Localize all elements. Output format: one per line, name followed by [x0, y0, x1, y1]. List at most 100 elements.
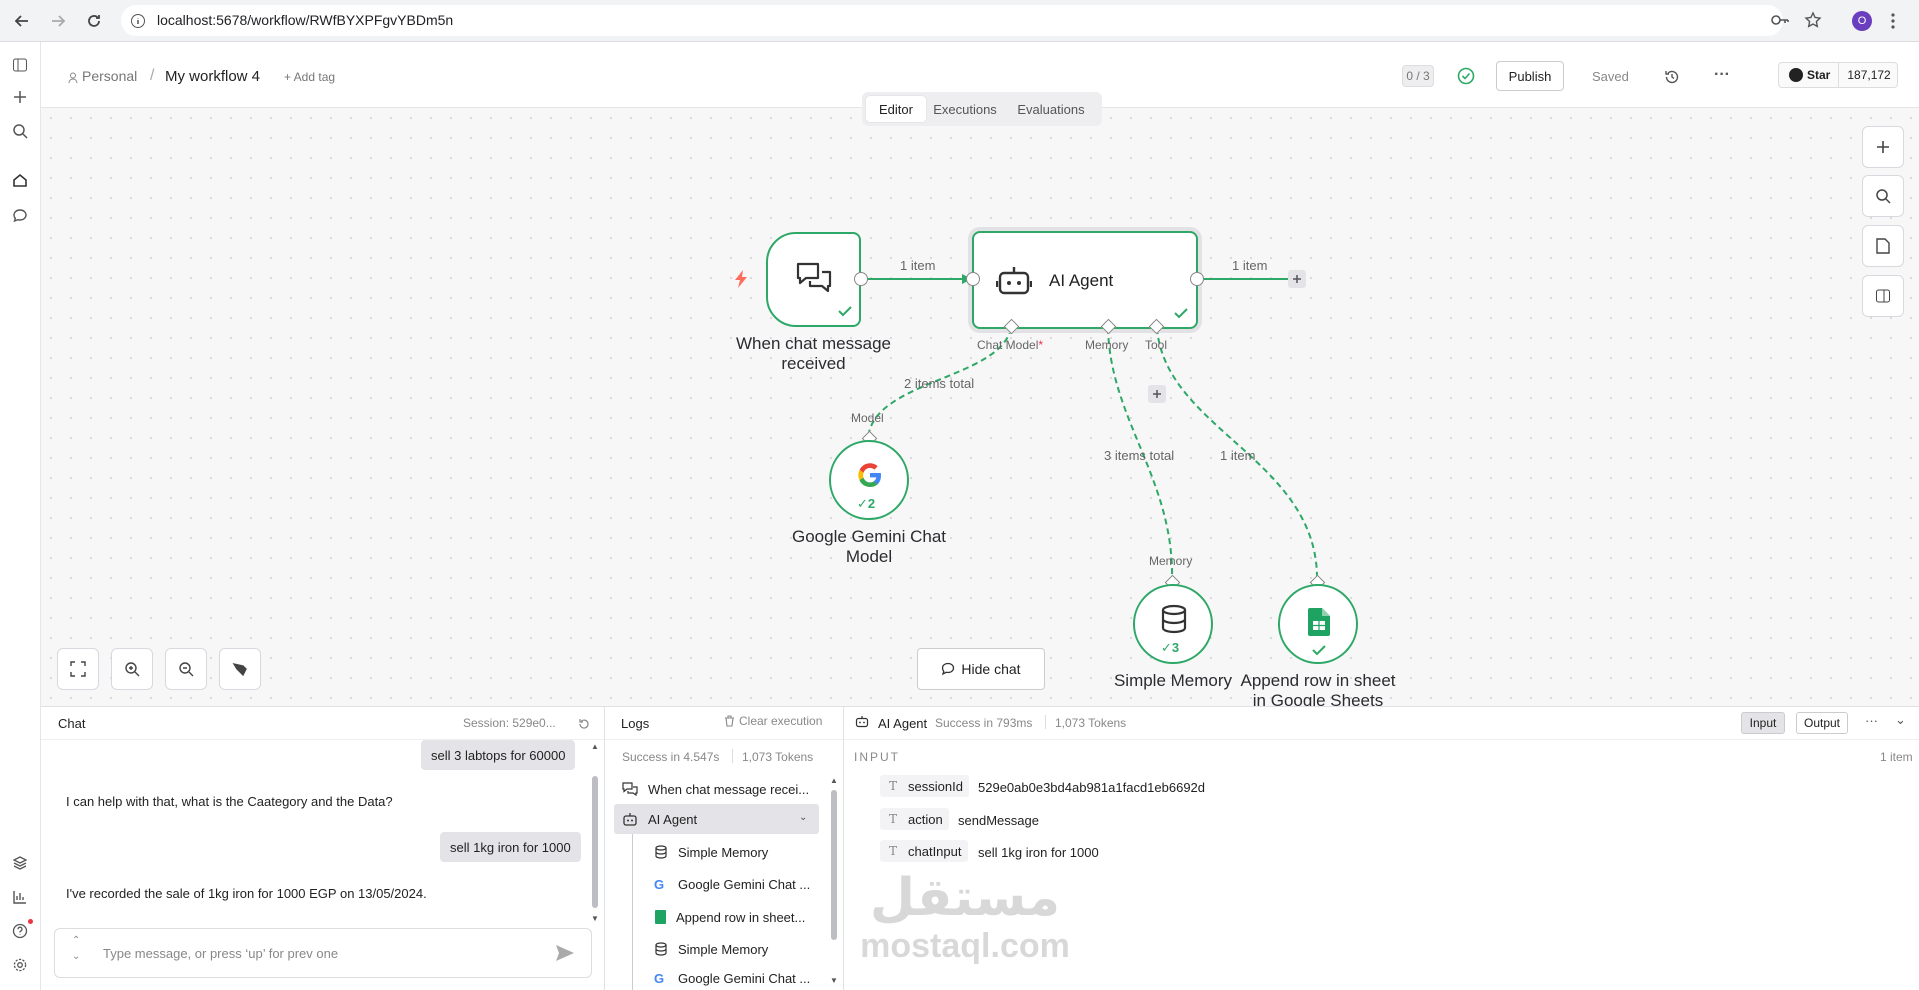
- search-icon[interactable]: [10, 121, 30, 141]
- collapse-panel-icon[interactable]: ⌄: [1895, 712, 1906, 728]
- memory-handle-label: Memory: [1085, 338, 1129, 352]
- progress-badge[interactable]: 0 / 3: [1402, 65, 1434, 87]
- log-item-label: Simple Memory: [678, 941, 769, 957]
- output-tab-button[interactable]: Output: [1796, 712, 1848, 734]
- chevron-down-icon[interactable]: ⌄: [799, 812, 807, 823]
- back-icon[interactable]: [10, 9, 34, 33]
- tab-editor[interactable]: Editor: [866, 96, 926, 122]
- add-node-plus-icon[interactable]: [1288, 270, 1306, 288]
- field-value: sell 1kg iron for 1000: [978, 845, 1099, 860]
- send-icon[interactable]: [555, 944, 575, 967]
- bookmark-star-icon[interactable]: [1804, 11, 1822, 34]
- scroll-down-arrow[interactable]: ▼: [591, 914, 599, 923]
- gemini-run-count: ✓2: [857, 496, 876, 511]
- workflow-name[interactable]: My workflow 4: [165, 68, 260, 85]
- add-node-button[interactable]: [1862, 126, 1904, 168]
- workflow-canvas[interactable]: [41, 108, 1919, 706]
- edge-label-agent-out: 1 item: [1232, 258, 1268, 273]
- star-divider: [1838, 62, 1840, 88]
- reset-session-icon[interactable]: [578, 717, 590, 735]
- chat-model-label-text: Chat Model: [977, 338, 1039, 352]
- breadcrumb-project[interactable]: Personal: [82, 68, 137, 84]
- add-tool-plus-icon[interactable]: [1148, 385, 1166, 403]
- header-divider: [41, 739, 1919, 740]
- add-icon[interactable]: [10, 87, 30, 107]
- history-up-icon[interactable]: ⌃: [72, 935, 80, 946]
- detail-tokens: 1,073 Tokens: [1055, 716, 1127, 730]
- chat-input-box[interactable]: ⌃ ⌄ Type message, or press ‘up’ for prev…: [54, 928, 592, 978]
- log-item[interactable]: Simple Memory: [640, 837, 830, 867]
- chat-bubbles-icon: [794, 261, 834, 302]
- add-tag-button[interactable]: + Add tag: [284, 70, 335, 84]
- log-item[interactable]: G Google Gemini Chat ...: [640, 869, 830, 899]
- zoom-in-button[interactable]: [111, 648, 153, 690]
- chat-scrollbar[interactable]: [592, 776, 598, 908]
- database-icon: [655, 942, 667, 956]
- chat-icon[interactable]: [10, 206, 30, 226]
- progress-text: 0 / 3: [1406, 69, 1430, 83]
- output-tab-label: Output: [1803, 716, 1841, 730]
- panel-toggle-button[interactable]: [1862, 275, 1904, 317]
- database-icon: [655, 845, 667, 859]
- trigger-output-handle[interactable]: [854, 272, 868, 286]
- user-icon: [68, 71, 78, 89]
- history-icon[interactable]: [1664, 69, 1680, 90]
- simple-memory-node[interactable]: ✓3: [1133, 584, 1213, 664]
- google-sheets-node[interactable]: [1278, 584, 1358, 664]
- detail-menu-icon[interactable]: ···: [1865, 713, 1878, 728]
- home-icon[interactable]: [10, 170, 30, 190]
- publish-button[interactable]: Publish: [1496, 61, 1564, 91]
- sticky-note-button[interactable]: [1862, 225, 1904, 267]
- logs-tokens: 1,073 Tokens: [742, 750, 814, 764]
- templates-icon[interactable]: [10, 853, 30, 873]
- zoom-out-button[interactable]: [165, 648, 207, 690]
- tab-evaluations[interactable]: Evaluations: [1004, 96, 1098, 122]
- edge-label-model: 2 items total: [904, 376, 975, 391]
- log-item[interactable]: When chat message recei...: [614, 774, 810, 804]
- logs-scroll-down[interactable]: ▼: [830, 976, 838, 985]
- canvas-search-button[interactable]: [1862, 175, 1904, 217]
- input-tab-button[interactable]: Input: [1741, 712, 1785, 734]
- help-icon[interactable]: [10, 919, 33, 941]
- input-item-count: 1 item: [1880, 750, 1913, 764]
- field-key-label: sessionId: [908, 778, 963, 794]
- tidy-up-button[interactable]: [219, 648, 261, 690]
- log-item-selected[interactable]: AI Agent ⌄: [614, 804, 819, 834]
- profile-avatar[interactable]: O: [1852, 11, 1872, 31]
- history-down-icon[interactable]: ⌄: [72, 951, 80, 962]
- agent-output-handle[interactable]: [1190, 272, 1204, 286]
- browser-toolbar: localhost:5678/workflow/RWfBYXPFgvYBDm5n…: [0, 0, 1919, 42]
- logs-scroll-up[interactable]: ▲: [830, 776, 838, 785]
- workflow-menu-button[interactable]: ···: [1714, 66, 1730, 84]
- sidebar-toggle-icon[interactable]: [10, 55, 30, 75]
- tool-handle-label: Tool: [1145, 338, 1168, 352]
- text-type-icon: T: [888, 812, 897, 826]
- log-item[interactable]: Simple Memory: [640, 934, 830, 964]
- fit-view-button[interactable]: [57, 648, 99, 690]
- text-type-icon: T: [888, 779, 897, 793]
- insights-icon[interactable]: [10, 887, 30, 907]
- notification-dot: [28, 919, 33, 924]
- log-item[interactable]: Append row in sheet...: [640, 902, 830, 932]
- watermark-arabic: مستقل: [869, 869, 1061, 927]
- log-item[interactable]: G Google Gemini Chat ...: [640, 966, 830, 990]
- password-key-icon[interactable]: [1770, 12, 1790, 33]
- chat-model-handle-label: Chat Model*: [977, 338, 1043, 352]
- agent-input-handle[interactable]: [966, 272, 980, 286]
- simple-memory-node-label: Simple Memory: [1113, 671, 1233, 690]
- session-id[interactable]: Session: 529e0...: [463, 716, 556, 730]
- gemini-node[interactable]: ✓2: [829, 440, 909, 520]
- github-star-button[interactable]: Star 187,172: [1778, 62, 1898, 88]
- settings-gear-icon[interactable]: [10, 955, 30, 975]
- hide-chat-button[interactable]: Hide chat: [917, 648, 1045, 690]
- trigger-node[interactable]: [766, 232, 861, 327]
- clear-execution-button[interactable]: Clear execution: [724, 714, 822, 728]
- tab-executions[interactable]: Executions: [928, 96, 1002, 122]
- forward-icon[interactable]: [46, 9, 70, 33]
- site-info-icon[interactable]: [130, 13, 146, 29]
- reload-icon[interactable]: [82, 9, 106, 33]
- ai-agent-node[interactable]: AI Agent: [972, 231, 1198, 329]
- scroll-up-arrow[interactable]: ▲: [591, 742, 599, 751]
- logs-scrollbar[interactable]: [831, 790, 837, 940]
- browser-menu-icon[interactable]: [1890, 12, 1896, 35]
